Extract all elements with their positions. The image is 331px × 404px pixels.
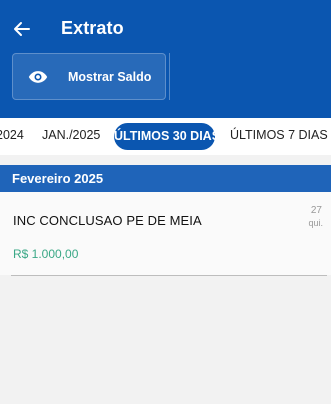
page-title: Extrato (61, 18, 124, 38)
transaction-row[interactable]: INC CONCLUSAO PE DE MEIA R$ 1.000,00 27 … (0, 192, 331, 275)
tab-jan-2025[interactable]: JAN./2025 (42, 128, 100, 142)
card-divider (169, 53, 170, 100)
arrow-left-icon (14, 22, 30, 36)
period-tabs: 2024 JAN./2025 ÚLTIMOS 30 DIAS ÚLTIMOS 7… (0, 118, 331, 155)
row-divider (11, 275, 327, 276)
month-label: Fevereiro 2025 (12, 171, 104, 186)
tab-last-7-days[interactable]: ÚLTIMOS 7 DIAS (230, 128, 328, 142)
app-header: Extrato Mostrar Saldo (0, 0, 331, 118)
tab-last-30-days[interactable]: ÚLTIMOS 30 DIAS (114, 123, 220, 150)
transaction-weekday: qui. (308, 218, 323, 228)
tab-2024[interactable]: 2024 (0, 128, 24, 142)
month-section-header: Fevereiro 2025 (0, 165, 331, 192)
show-balance-label: Mostrar Saldo (68, 70, 152, 84)
show-balance-button[interactable]: Mostrar Saldo (12, 53, 166, 100)
back-button[interactable] (10, 17, 34, 41)
eye-icon (28, 71, 48, 83)
transaction-day: 27 (310, 205, 322, 216)
transaction-description: INC CONCLUSAO PE DE MEIA (13, 213, 202, 228)
transaction-amount: R$ 1.000,00 (13, 247, 79, 261)
